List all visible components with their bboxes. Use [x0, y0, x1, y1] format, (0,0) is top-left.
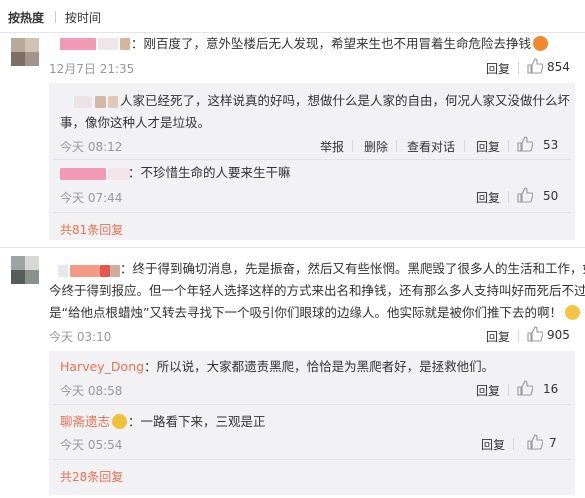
- sweat-emoji-icon: [564, 305, 580, 320]
- like-count: 16: [543, 382, 559, 396]
- divider: [54, 212, 570, 213]
- reply-username-redacted[interactable]: [108, 96, 118, 108]
- comment-text: ：终于得到确切消息，先是振奋，然后又有些怅惘。黑爬毁了很多人的生活和工作，如: [120, 261, 585, 276]
- divider: [518, 330, 519, 342]
- reply-button[interactable]: 回复: [486, 60, 510, 77]
- like-icon[interactable]: [517, 136, 534, 155]
- reply-time: 今天 07:44: [60, 191, 123, 205]
- divider: [513, 438, 514, 450]
- sort-bar: 按热度 按时间: [0, 0, 585, 33]
- like-icon[interactable]: [517, 380, 534, 399]
- reply-text: 人家已经死了，这样说真的好吗，想做什么是人家的自由，何况人家又没做什么坏: [120, 93, 571, 108]
- divider: [396, 140, 397, 152]
- divider: [0, 247, 585, 248]
- username-redacted[interactable]: [98, 38, 118, 50]
- username-redacted[interactable]: [60, 38, 96, 50]
- like-count: 50: [543, 189, 559, 203]
- reply-username-redacted[interactable]: [60, 168, 106, 180]
- reply-text: 事，像你这种人才是垃圾。: [60, 115, 211, 130]
- like-count: 905: [547, 328, 570, 342]
- reply-button[interactable]: 回复: [476, 189, 500, 206]
- like-icon[interactable]: [527, 326, 544, 345]
- view-more-replies-link[interactable]: 共81条回复: [60, 221, 123, 238]
- divider: [352, 140, 353, 152]
- reply-username[interactable]: Harvey_Dong: [60, 359, 144, 374]
- divider: [55, 11, 56, 23]
- reply-time: 今天 05:54: [60, 438, 123, 452]
- like-icon[interactable]: [517, 187, 534, 206]
- reply-button[interactable]: 回复: [476, 138, 500, 155]
- delete-button[interactable]: 删除: [364, 138, 388, 155]
- like-icon[interactable]: [527, 434, 544, 453]
- reply-text: ：不珍惜生命的人要来生干嘛: [128, 165, 291, 180]
- reply-button[interactable]: 回复: [486, 328, 510, 345]
- like-count: 7: [549, 436, 557, 450]
- like-count: 854: [547, 60, 570, 74]
- like-count: 53: [543, 138, 559, 152]
- like-icon[interactable]: [527, 58, 544, 77]
- reply-username-redacted[interactable]: [74, 96, 92, 108]
- report-button[interactable]: 举报: [320, 138, 344, 155]
- username-redacted[interactable]: [58, 265, 68, 277]
- divider: [508, 191, 509, 203]
- comment-time: 今天 03:10: [49, 330, 112, 344]
- comment-text: ：刚百度了，意外坠楼后无人发现，希望来生也不用冒着生命危险去挣钱: [131, 32, 549, 55]
- divider: [508, 140, 509, 152]
- reply-button[interactable]: 回复: [476, 382, 500, 399]
- comment-text: 今终于得到报应。但一个年轻人选择这样的方式来出名和挣钱，还有那么多人支持叫好而死…: [49, 283, 585, 298]
- comment-text: 是“给他点根蜡烛”又转去寻找下一个吸引你们眼球的边缘人。他实际就是被你们推下去的…: [49, 301, 580, 324]
- reply-username-redacted[interactable]: [108, 168, 130, 180]
- reply-text: 聊斋遗志 ：一路看下来，三观是正: [60, 414, 266, 429]
- sort-by-time-tab[interactable]: 按时间: [65, 9, 101, 26]
- candle-emoji-icon: [533, 36, 549, 51]
- comment-time: 12月7日 21:35: [49, 62, 135, 76]
- reply-username[interactable]: 聊斋遗志: [60, 414, 110, 429]
- divider: [54, 404, 570, 405]
- username-redacted[interactable]: [110, 265, 120, 277]
- reply-time: 今天 08:12: [60, 140, 123, 154]
- divider: [518, 62, 519, 74]
- divider: [508, 384, 509, 396]
- view-more-replies-link[interactable]: 共28条回复: [60, 468, 123, 485]
- avatar[interactable]: [11, 38, 39, 66]
- user-badge-icon: [112, 414, 128, 429]
- username-redacted[interactable]: [70, 265, 100, 277]
- reply-text: Harvey_Dong：所以说，大家都遗责黑爬，恰恰是为黑爬者好，是拯救他们。: [60, 359, 495, 374]
- username-redacted[interactable]: [100, 265, 110, 277]
- sort-by-hot-tab[interactable]: 按热度: [8, 9, 44, 26]
- reply-time: 今天 08:58: [60, 384, 123, 398]
- avatar[interactable]: [11, 256, 39, 284]
- view-thread-button[interactable]: 查看对话: [407, 138, 455, 155]
- username-redacted[interactable]: [120, 38, 130, 50]
- divider: [464, 140, 465, 152]
- reply-button[interactable]: 回复: [481, 436, 505, 453]
- divider: [54, 159, 570, 160]
- reply-username-redacted[interactable]: [95, 96, 106, 108]
- divider: [54, 459, 570, 460]
